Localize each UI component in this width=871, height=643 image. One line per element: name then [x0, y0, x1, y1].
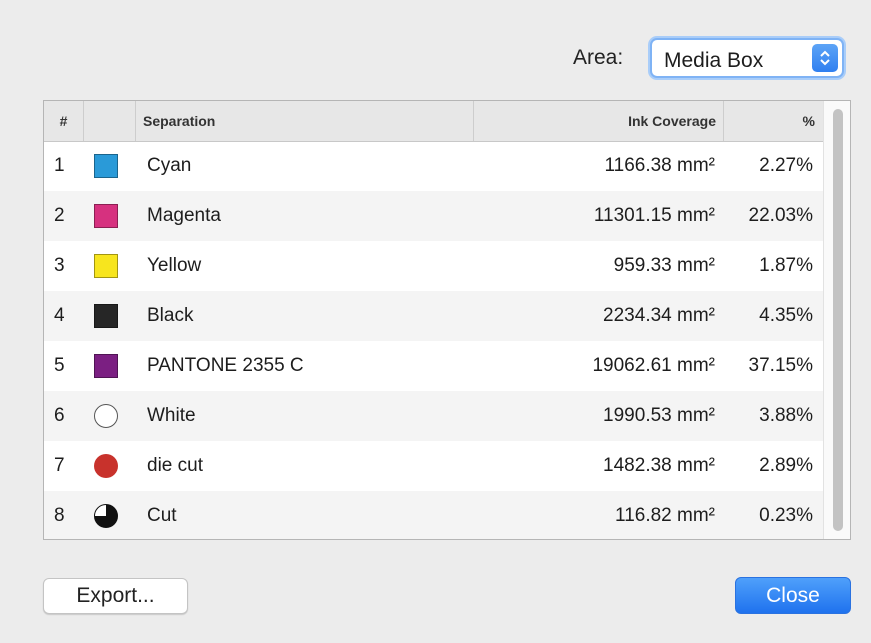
ink-coverage-value: 116.82 mm² [615, 505, 715, 526]
area-select[interactable]: Media Box [650, 38, 844, 78]
table-row[interactable]: 4 Black 2234.34 mm² 4.35% [44, 291, 823, 341]
ink-coverage-value: 2234.34 mm² [603, 305, 715, 326]
separation-name: Cut [147, 505, 177, 526]
separation-name: die cut [147, 455, 203, 476]
close-button[interactable]: Close [735, 577, 851, 614]
row-number: 3 [54, 255, 65, 276]
header-num[interactable]: # [44, 101, 84, 141]
area-select-value: Media Box [664, 49, 764, 72]
header-separation[interactable]: Separation [136, 101, 474, 141]
percent-value: 37.15% [748, 355, 813, 376]
row-number: 7 [54, 455, 65, 476]
separation-name: Magenta [147, 205, 221, 226]
ink-coverage-value: 11301.15 mm² [593, 205, 715, 226]
separation-name: PANTONE 2355 C [147, 355, 304, 376]
percent-value: 1.87% [759, 255, 813, 276]
row-number: 4 [54, 305, 65, 326]
ink-coverage-value: 1482.38 mm² [603, 455, 715, 476]
row-number: 8 [54, 505, 65, 526]
separation-name: White [147, 405, 196, 426]
separation-name: Cyan [147, 155, 192, 176]
export-button[interactable]: Export... [43, 578, 188, 614]
header-swatch[interactable] [84, 101, 136, 141]
row-number: 1 [54, 155, 65, 176]
color-swatch-icon [94, 154, 118, 178]
row-number: 5 [54, 355, 65, 376]
color-swatch-icon [94, 404, 118, 428]
percent-value: 3.88% [759, 405, 813, 426]
separation-name: Black [147, 305, 194, 326]
row-number: 2 [54, 205, 65, 226]
scrollbar-thumb[interactable] [833, 109, 843, 531]
table-row[interactable]: 7 die cut 1482.38 mm² 2.89% [44, 441, 823, 491]
color-swatch-icon [94, 454, 118, 478]
separations-table: # Separation Ink Coverage % 1 Cyan 1166.38… [43, 100, 851, 540]
table-row[interactable]: 3 Yellow 959.33 mm² 1.87% [44, 241, 823, 291]
vertical-scrollbar[interactable] [823, 101, 850, 539]
color-swatch-icon [94, 254, 118, 278]
header-percent[interactable]: % [724, 101, 823, 141]
separation-name: Yellow [147, 255, 202, 276]
table-row[interactable]: 5 PANTONE 2355 C 19062.61 mm² 37.15% [44, 341, 823, 391]
color-swatch-icon [94, 504, 118, 528]
table-row[interactable]: 1 Cyan 1166.38 mm² 2.27% [44, 141, 823, 191]
color-swatch-icon [94, 354, 118, 378]
ink-coverage-value: 1990.53 mm² [603, 405, 715, 426]
percent-value: 4.35% [759, 305, 813, 326]
select-stepper-icon[interactable] [812, 44, 838, 72]
percent-value: 22.03% [748, 205, 813, 226]
percent-value: 0.23% [759, 505, 813, 526]
table-row[interactable]: 6 White 1990.53 mm² 3.88% [44, 391, 823, 441]
area-label: Area: [573, 46, 624, 69]
color-swatch-icon [94, 204, 118, 228]
percent-value: 2.89% [759, 455, 813, 476]
row-number: 6 [54, 405, 65, 426]
ink-coverage-value: 19062.61 mm² [592, 355, 715, 376]
percent-value: 2.27% [759, 155, 813, 176]
table-row[interactable]: 2 Magenta 11301.15 mm² 22.03% [44, 191, 823, 241]
header-ink-coverage[interactable]: Ink Coverage [474, 101, 724, 141]
table-header: # Separation Ink Coverage % [44, 101, 823, 142]
table-row[interactable]: 8 Cut 116.82 mm² 0.23% [44, 491, 823, 539]
ink-coverage-value: 959.33 mm² [613, 255, 715, 276]
color-swatch-icon [94, 304, 118, 328]
ink-coverage-value: 1166.38 mm² [604, 155, 715, 176]
